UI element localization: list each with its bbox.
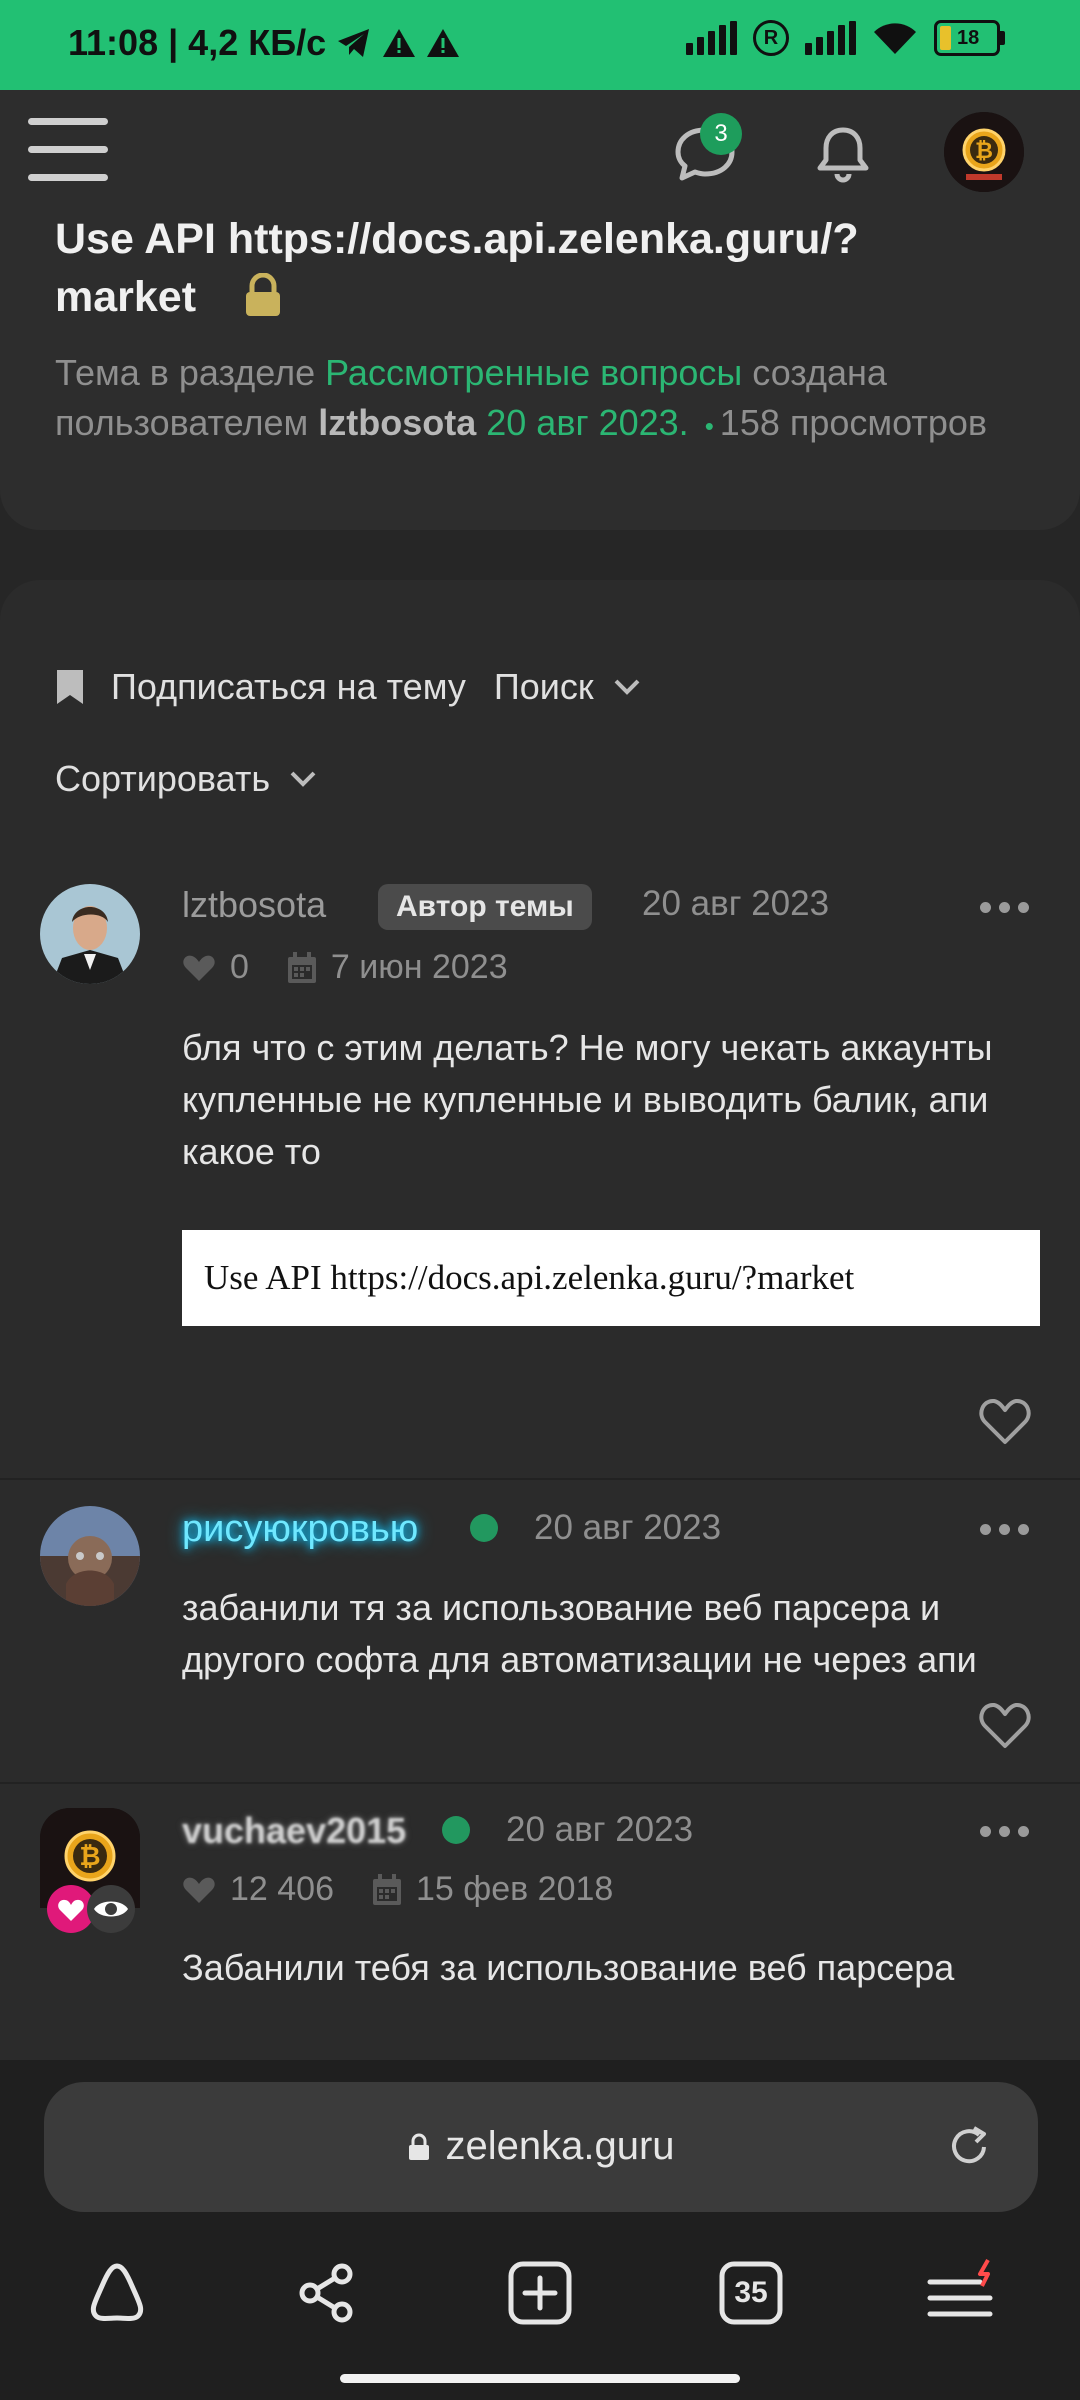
topic-meta: Тема в разделе Рассмотренные вопросы соз… [55,348,1015,451]
search-button[interactable]: Поиск [494,666,594,708]
post-avatar[interactable] [40,1506,140,1606]
post-image-text: Use API https://docs.api.zelenka.guru/?m… [204,1258,855,1297]
post-date[interactable]: 20 авг 2023 [506,1810,693,1850]
url-text: zelenka.guru [445,2124,675,2168]
topic-title-text: Use API https://docs.api.zelenka.guru/?m… [55,215,859,321]
eye-badge-icon [87,1885,135,1933]
subscribe-button[interactable]: Подписаться на тему [111,666,466,708]
post-image[interactable]: Use API https://docs.api.zelenka.guru/?m… [182,1230,1040,1326]
lock-icon [409,2133,430,2160]
roaming-icon: R [753,20,789,56]
tabs-button[interactable]: 35 [716,2258,786,2328]
bookmark-icon [57,670,83,704]
battery-level: 18 [957,26,980,49]
user-photo-icon [40,884,140,984]
heart-icon [183,1877,215,1903]
post-username[interactable]: vuchaev2015 [182,1810,406,1852]
warning-icon [383,29,416,57]
post-avatar[interactable] [40,884,140,984]
page-title: Use API https://docs.api.zelenka.guru/?m… [55,210,975,326]
post-divider [0,1478,1080,1480]
post-divider [0,1782,1080,1784]
post-text: Забанили тебя за использование веб парсе… [182,1947,955,1988]
reload-icon[interactable] [944,2122,994,2172]
wifi-icon [874,23,916,54]
messages-badge: 3 [700,113,742,155]
signal-icon [686,21,737,55]
post-stats: 12 406 15 фев 2018 [182,1870,613,1909]
url-bar[interactable]: zelenka.guru [44,2082,1038,2212]
user-avatar[interactable]: ₿ [944,112,1024,192]
sort-label: Сортировать [55,758,271,799]
like-button-icon[interactable] [978,1700,1032,1750]
post-stats: 0 7 июн 2023 [182,948,508,987]
likes-count: 12 406 [230,1870,334,1908]
post-menu-button[interactable] [980,1524,1029,1535]
status-bar: 11:08 | 4,2 КБ/с R 18 [0,0,1080,90]
alice-home-icon[interactable] [82,2258,152,2328]
status-separator: | [168,22,179,63]
home-indicator[interactable] [340,2374,740,2383]
calendar-icon [287,951,316,983]
post-menu-button[interactable] [980,902,1029,913]
views-count: 158 просмотров [719,402,988,443]
post-date[interactable]: 20 авг 2023 [642,884,829,924]
meta-prefix: Тема в разделе [55,352,326,393]
menu-button[interactable] [28,118,108,182]
topic-toolbar: Подписаться на тему Поиск [55,666,642,708]
status-time: 11:08 [68,22,159,63]
chevron-down-icon [290,771,316,787]
online-indicator [470,1514,498,1542]
topic-date[interactable]: 20 авг 2023. [476,402,688,443]
status-right: R 18 [686,20,1005,56]
tabs-count: 35 [734,2276,768,2309]
battery-icon: 18 [934,20,1005,56]
post-text: бля что с этим делать? Не могу чекать ак… [182,1027,993,1172]
registered-date: 7 июн 2023 [330,948,508,986]
telegram-icon [338,29,370,57]
post-menu-button[interactable] [980,1826,1029,1837]
online-indicator [442,1816,470,1844]
bell-icon[interactable] [808,118,878,188]
new-tab-icon[interactable] [505,2258,575,2328]
chevron-down-icon [614,679,640,695]
status-left: 11:08 | 4,2 КБ/с [68,22,460,64]
warning-icon [427,29,460,57]
post-username[interactable]: рисуюкровью [182,1508,418,1551]
status-speed: 4,2 КБ/с [188,22,327,63]
bitcoin-avatar-icon: ₿ [944,112,1024,192]
sort-dropdown[interactable]: Сортировать [55,758,318,800]
menu-icon[interactable] [926,2258,996,2328]
url-display: zelenka.guru [44,2124,1038,2169]
post-date[interactable]: 20 авг 2023 [534,1508,721,1548]
share-icon[interactable] [292,2258,362,2328]
svg-text:₿: ₿ [79,1842,100,1872]
user-photo-icon [40,1506,140,1606]
post-username[interactable]: lztbosota [182,884,326,926]
calendar-icon [373,1873,401,1905]
section-link[interactable]: Рассмотренные вопросы [325,352,742,393]
likes-count: 0 [230,948,249,986]
author-link[interactable]: lztbosota [318,402,476,443]
post-text: забанили тя за использование веб парсера… [182,1587,977,1680]
like-button-icon[interactable] [978,1396,1032,1446]
registered-date: 15 фев 2018 [416,1870,614,1908]
lock-icon [245,273,280,316]
author-badge: Автор темы [378,884,592,930]
svg-text:₿: ₿ [975,139,993,164]
signal-icon [805,21,856,55]
separator-dot: • [704,411,714,441]
heart-icon [183,955,215,981]
